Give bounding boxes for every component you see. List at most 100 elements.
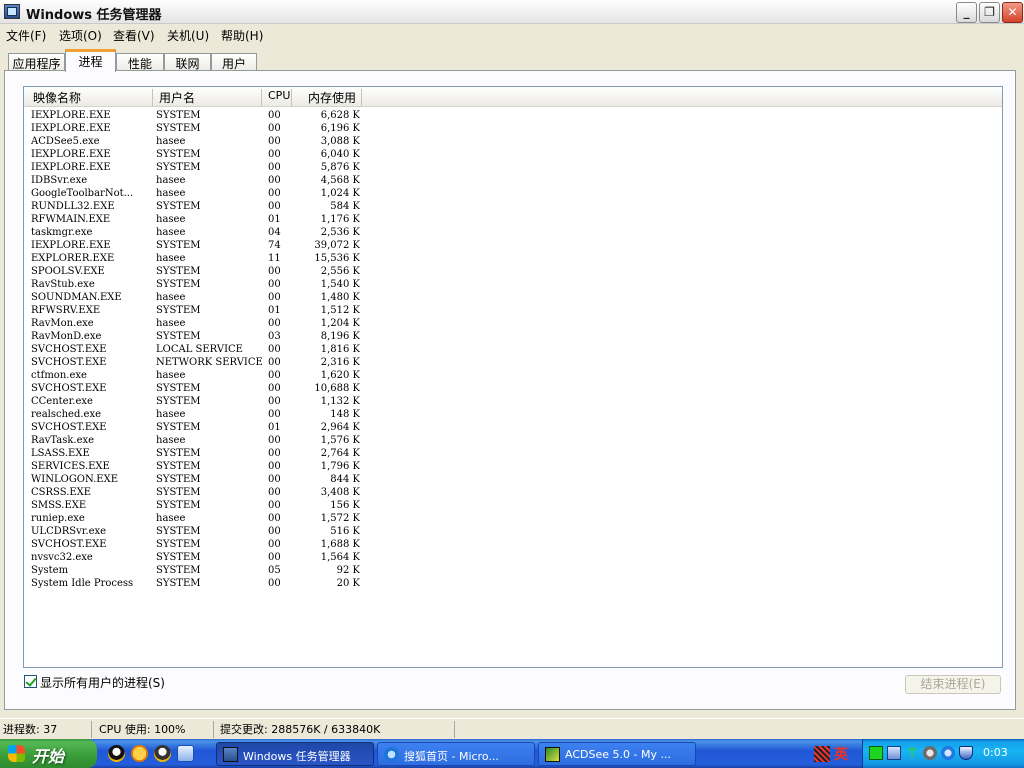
process-row[interactable]: SVCHOST.EXE SYSTEM 00 1,688 K <box>24 538 1002 551</box>
process-row[interactable]: ULCDRSvr.exe SYSTEM 00 516 K <box>24 525 1002 538</box>
process-row[interactable]: IEXPLORE.EXE SYSTEM 74 39,072 K <box>24 239 1002 252</box>
menu-shutdown[interactable]: 关机(U) <box>167 27 209 44</box>
process-image-name: IEXPLORE.EXE <box>31 240 111 251</box>
process-row[interactable]: RFWSRV.EXE SYSTEM 01 1,512 K <box>24 304 1002 317</box>
process-row[interactable]: SVCHOST.EXE NETWORK SERVICE 00 2,316 K <box>24 356 1002 369</box>
process-row[interactable]: SOUNDMAN.EXE hasee 00 1,480 K <box>24 291 1002 304</box>
process-row[interactable]: System Idle Process SYSTEM 00 20 K <box>24 577 1002 590</box>
network-icon[interactable] <box>887 746 901 760</box>
process-row[interactable]: taskmgr.exe hasee 04 2,536 K <box>24 226 1002 239</box>
process-memory: 1,480 K <box>320 292 360 303</box>
column-memory[interactable]: 内存使用 <box>292 89 362 106</box>
process-row[interactable]: SVCHOST.EXE SYSTEM 01 2,964 K <box>24 421 1002 434</box>
messenger-icon[interactable] <box>131 745 148 762</box>
ie-tray-icon[interactable] <box>941 746 955 760</box>
process-user-name: hasee <box>156 409 186 420</box>
speaker-icon[interactable] <box>923 746 937 760</box>
process-row[interactable]: runiep.exe hasee 00 1,572 K <box>24 512 1002 525</box>
process-row[interactable]: IDBSvr.exe hasee 00 4,568 K <box>24 174 1002 187</box>
status-process-count: 进程数: 37 <box>0 721 92 738</box>
title-bar[interactable]: Windows 任务管理器 _ ❐ ✕ <box>0 0 1024 24</box>
process-image-name: taskmgr.exe <box>31 227 93 238</box>
process-row[interactable]: System SYSTEM 05 92 K <box>24 564 1002 577</box>
close-button[interactable]: ✕ <box>1002 2 1023 23</box>
minimize-button[interactable]: _ <box>956 2 977 23</box>
cpu-meter-icon[interactable] <box>869 746 883 760</box>
clock[interactable]: 0:03 <box>983 746 1008 759</box>
tab-applications[interactable]: 应用程序 <box>8 53 65 71</box>
tab-performance[interactable]: 性能 <box>116 53 164 71</box>
process-memory: 5,876 K <box>320 162 360 173</box>
process-image-name: RavTask.exe <box>31 435 95 446</box>
process-row[interactable]: IEXPLORE.EXE SYSTEM 00 6,628 K <box>24 109 1002 122</box>
update-arrow-icon[interactable]: ↑ <box>905 746 919 761</box>
qq-icon[interactable] <box>108 745 125 762</box>
process-row[interactable]: SVCHOST.EXE LOCAL SERVICE 00 1,816 K <box>24 343 1002 356</box>
tab-users[interactable]: 用户 <box>211 53 257 71</box>
process-row[interactable]: RavTask.exe hasee 00 1,576 K <box>24 434 1002 447</box>
end-process-button[interactable]: 结束进程(E) <box>905 675 1001 694</box>
process-row[interactable]: CCenter.exe SYSTEM 00 1,132 K <box>24 395 1002 408</box>
process-row[interactable]: ctfmon.exe hasee 00 1,620 K <box>24 369 1002 382</box>
desktop-icon[interactable] <box>177 745 194 762</box>
menu-file[interactable]: 文件(F) <box>6 27 46 44</box>
process-row[interactable]: RavMon.exe hasee 00 1,204 K <box>24 317 1002 330</box>
process-user-name: hasee <box>156 136 186 147</box>
process-row[interactable]: RavStub.exe SYSTEM 00 1,540 K <box>24 278 1002 291</box>
process-row[interactable]: GoogleToolbarNot... hasee 00 1,024 K <box>24 187 1002 200</box>
process-row[interactable]: realsched.exe hasee 00 148 K <box>24 408 1002 421</box>
input-method-indicator[interactable]: 英 <box>810 742 860 766</box>
process-list[interactable]: 映像名称 用户名 CPU 内存使用 IEXPLORE.EXE SYSTEM 00 6,… <box>23 86 1003 668</box>
column-image-name[interactable]: 映像名称 <box>27 89 153 106</box>
taskmgr-icon <box>223 747 238 762</box>
start-button[interactable]: 开始 <box>0 739 97 768</box>
checkbox-checked-icon[interactable] <box>24 675 37 688</box>
menu-options[interactable]: 选项(O) <box>59 27 102 44</box>
process-row[interactable]: WINLOGON.EXE SYSTEM 00 844 K <box>24 473 1002 486</box>
process-row[interactable]: SVCHOST.EXE SYSTEM 00 10,688 K <box>24 382 1002 395</box>
security-shield-icon[interactable] <box>959 746 973 760</box>
process-row[interactable]: IEXPLORE.EXE SYSTEM 00 6,196 K <box>24 122 1002 135</box>
process-memory: 844 K <box>330 474 360 485</box>
process-row[interactable]: LSASS.EXE SYSTEM 00 2,764 K <box>24 447 1002 460</box>
process-row[interactable]: nvsvc32.exe SYSTEM 00 1,564 K <box>24 551 1002 564</box>
process-row[interactable]: RavMonD.exe SYSTEM 03 8,196 K <box>24 330 1002 343</box>
menu-help[interactable]: 帮助(H) <box>221 27 263 44</box>
process-user-name: SYSTEM <box>156 578 201 589</box>
task-button-sohu-ie[interactable]: 搜狐首页 - Micro... <box>377 742 535 766</box>
ime-icon <box>814 746 830 762</box>
process-memory: 1,540 K <box>320 279 360 290</box>
task-button-acdsee[interactable]: ACDSee 5.0 - My ... <box>538 742 696 766</box>
process-row[interactable]: EXPLORER.EXE hasee 11 15,536 K <box>24 252 1002 265</box>
process-row[interactable]: SPOOLSV.EXE SYSTEM 00 2,556 K <box>24 265 1002 278</box>
process-row[interactable]: RUNDLL32.EXE SYSTEM 00 584 K <box>24 200 1002 213</box>
status-bar: 进程数: 37 CPU 使用: 100% 提交更改: 288576K / 633… <box>0 718 1024 739</box>
process-row[interactable]: SMSS.EXE SYSTEM 00 156 K <box>24 499 1002 512</box>
process-user-name: SYSTEM <box>156 201 201 212</box>
process-row[interactable]: RFWMAIN.EXE hasee 01 1,176 K <box>24 213 1002 226</box>
process-memory: 1,688 K <box>320 539 360 550</box>
process-row[interactable]: SERVICES.EXE SYSTEM 00 1,796 K <box>24 460 1002 473</box>
maximize-icon: ❐ <box>984 5 995 19</box>
process-user-name: SYSTEM <box>156 552 201 563</box>
process-row[interactable]: CSRSS.EXE SYSTEM 00 3,408 K <box>24 486 1002 499</box>
maximize-button[interactable]: ❐ <box>979 2 1000 23</box>
process-image-name: SVCHOST.EXE <box>31 357 107 368</box>
process-row[interactable]: IEXPLORE.EXE SYSTEM 00 6,040 K <box>24 148 1002 161</box>
process-user-name: SYSTEM <box>156 383 201 394</box>
menu-view[interactable]: 查看(V) <box>113 27 155 44</box>
tab-networking[interactable]: 联网 <box>164 53 211 71</box>
process-row[interactable]: ACDSee5.exe hasee 00 3,088 K <box>24 135 1002 148</box>
column-user-name[interactable]: 用户名 <box>153 89 262 106</box>
process-row[interactable]: IEXPLORE.EXE SYSTEM 00 5,876 K <box>24 161 1002 174</box>
process-memory: 1,512 K <box>320 305 360 316</box>
tab-processes[interactable]: 进程 <box>65 49 116 72</box>
column-cpu[interactable]: CPU <box>262 89 292 106</box>
process-user-name: SYSTEM <box>156 396 201 407</box>
task-button-task-manager[interactable]: Windows 任务管理器 <box>216 742 374 766</box>
process-user-name: SYSTEM <box>156 487 201 498</box>
process-image-name: SVCHOST.EXE <box>31 344 107 355</box>
process-memory: 6,040 K <box>320 149 360 160</box>
process-list-header: 映像名称 用户名 CPU 内存使用 <box>24 87 1002 107</box>
qq-group-icon[interactable] <box>154 745 171 762</box>
